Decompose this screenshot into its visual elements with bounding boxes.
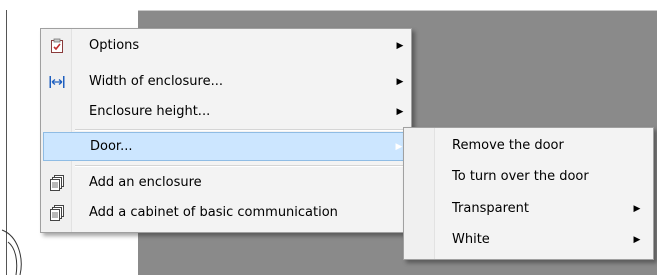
menu-item-label: Options (89, 38, 140, 53)
submenu-item-label: White (452, 232, 490, 247)
submenu-arrow-icon: ▶ (633, 203, 641, 214)
menu-separator (75, 165, 407, 167)
menu-item-options[interactable]: Options ▶ (43, 31, 409, 60)
width-arrows-icon (43, 67, 71, 96)
submenu-item-remove-door[interactable]: Remove the door (406, 131, 651, 160)
submenu-arrow-icon: ▶ (396, 76, 404, 87)
submenu-item-label: To turn over the door (452, 169, 589, 184)
menu-item-label: Add an enclosure (89, 175, 202, 190)
submenu-arrow-icon: ▶ (396, 40, 404, 51)
submenu-item-label: Remove the door (452, 138, 564, 153)
drawing-arc (1, 229, 22, 275)
menu-item-label: Enclosure height... (89, 104, 211, 119)
submenu-item-label: Transparent (452, 201, 529, 216)
menu-separator (75, 129, 407, 131)
door-submenu: Remove the door To turn over the door Tr… (403, 127, 654, 260)
menu-item-enclosure-height[interactable]: Enclosure height... ▶ (43, 97, 409, 126)
menu-item-add-enclosure[interactable]: Add an enclosure (43, 168, 409, 197)
stacked-pages-icon (43, 198, 71, 227)
menu-item-label: Add a cabinet of basic communication (89, 205, 338, 220)
menu-item-add-basic-communication-cabinet[interactable]: Add a cabinet of basic communication (43, 198, 409, 227)
menu-item-width-of-enclosure[interactable]: Width of enclosure... ▶ (43, 67, 409, 96)
submenu-arrow-icon: ▶ (633, 234, 641, 245)
submenu-item-turn-over-door[interactable]: To turn over the door (406, 162, 651, 191)
stacked-pages-icon (43, 168, 71, 197)
submenu-arrow-icon: ▶ (396, 106, 404, 117)
checklist-icon (43, 31, 71, 60)
menu-item-label: Door... (90, 139, 133, 154)
submenu-item-white[interactable]: White ▶ (406, 225, 651, 254)
menu-item-label: Width of enclosure... (89, 74, 223, 89)
context-menu: Options ▶ Width of enclosure... ▶ Enclos… (40, 28, 412, 233)
menu-item-door[interactable]: Door... ▶ (43, 132, 409, 161)
submenu-item-transparent[interactable]: Transparent ▶ (406, 194, 651, 223)
